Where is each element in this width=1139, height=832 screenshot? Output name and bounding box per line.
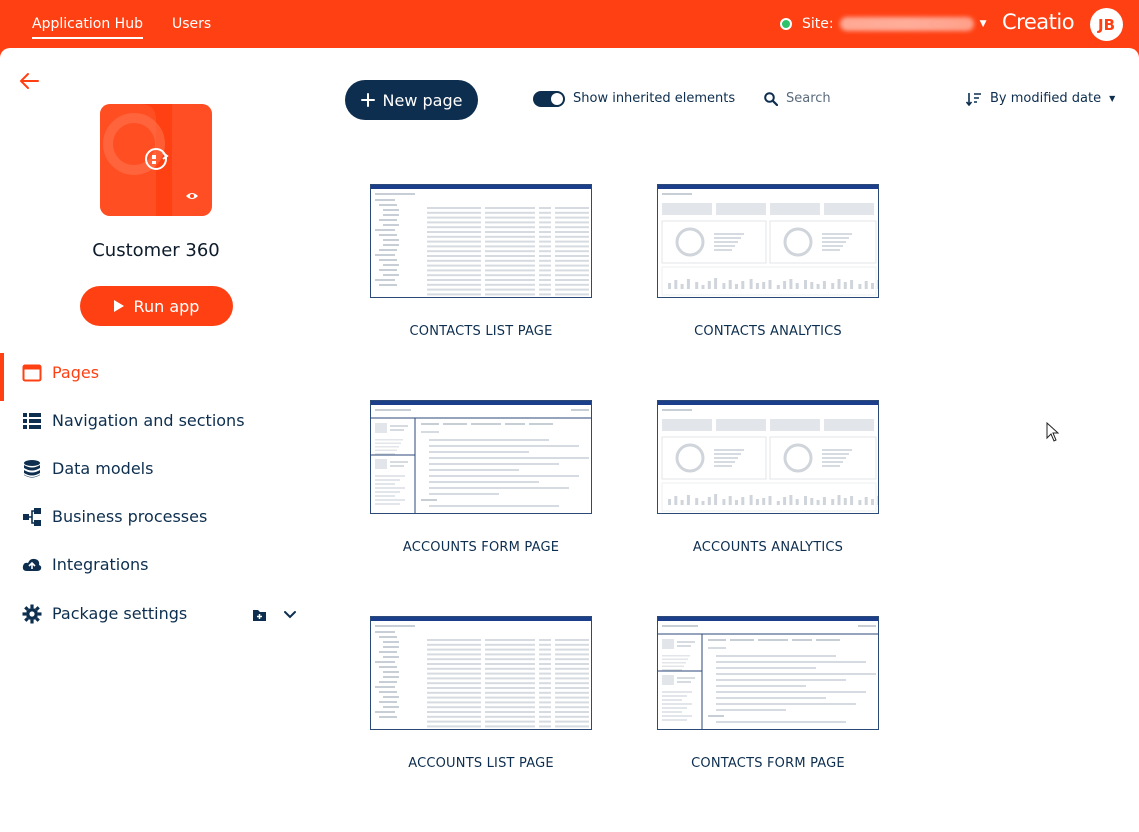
status-dot-icon — [780, 18, 792, 30]
new-page-label: New page — [382, 90, 463, 110]
mouse-cursor-icon — [1046, 422, 1060, 442]
page-thumbnail[interactable] — [370, 616, 592, 730]
app-icon — [100, 104, 212, 216]
tab-application-hub[interactable]: Application Hub — [32, 16, 143, 39]
page-card-label: ACCOUNTS ANALYTICS — [692, 540, 844, 555]
plus-icon — [360, 93, 375, 107]
run-app-button[interactable]: Run app — [80, 286, 233, 326]
main-panel: Customer 360 Run app Pages Navigation an… — [0, 48, 1139, 832]
sort-selector[interactable]: By modified date ▼ — [966, 91, 1115, 106]
user-avatar[interactable]: JB — [1090, 8, 1123, 41]
page-card[interactable]: CONTACTS ANALYTICS — [657, 184, 881, 339]
nav-item-label: Package settings — [52, 604, 188, 623]
nav-item-data-models[interactable]: Data models — [0, 449, 300, 489]
nav-item-integrations[interactable]: Integrations — [0, 545, 300, 585]
page-thumbnail[interactable] — [657, 616, 879, 730]
site-label: Site: — [802, 16, 834, 32]
page-card-label: ACCOUNTS FORM PAGE — [402, 540, 560, 555]
app-name: Customer 360 — [92, 240, 220, 261]
page-card-label: CONTACTS LIST PAGE — [409, 324, 553, 339]
nav-item-pages[interactable]: Pages — [0, 353, 300, 401]
caret-down-icon: ▼ — [979, 19, 987, 29]
top-bar: Application Hub Users Site: ▼ Creatio JB — [0, 0, 1139, 48]
add-folder-icon[interactable] — [253, 610, 266, 621]
creatio-logo: Creatio — [1002, 10, 1075, 34]
play-icon — [113, 300, 124, 312]
new-page-button[interactable]: New page — [345, 80, 478, 120]
search-field[interactable]: Search — [764, 91, 831, 106]
inherited-toggle-label: Show inherited elements — [573, 91, 736, 106]
database-icon — [24, 460, 40, 478]
page-card[interactable]: CONTACTS LIST PAGE — [370, 184, 594, 339]
run-app-label: Run app — [133, 296, 200, 316]
browser-window-icon — [22, 364, 42, 382]
list-icon — [23, 413, 41, 429]
sort-label: By modified date — [990, 91, 1102, 106]
site-selector[interactable]: Site: ▼ — [780, 15, 987, 33]
nav-item-label: Data models — [52, 459, 154, 478]
sort-icon — [966, 92, 981, 106]
page-card[interactable]: ACCOUNTS FORM PAGE — [370, 400, 594, 555]
cloud-icon — [22, 558, 42, 571]
nav-item-business-processes[interactable]: Business processes — [0, 497, 300, 537]
inherited-toggle[interactable] — [533, 91, 565, 107]
nav-item-navigation[interactable]: Navigation and sections — [0, 401, 300, 441]
page-card-label: ACCOUNTS LIST PAGE — [408, 756, 554, 771]
site-name-redacted — [839, 17, 974, 31]
nav-item-label: Business processes — [52, 507, 208, 526]
page-card[interactable]: CONTACTS FORM PAGE — [657, 616, 881, 771]
page-card-label: CONTACTS FORM PAGE — [691, 756, 845, 771]
page-thumbnail[interactable] — [657, 400, 879, 514]
page-thumbnail[interactable] — [657, 184, 879, 298]
nav-item-label: Integrations — [52, 555, 149, 574]
nav-item-label: Pages — [52, 363, 100, 382]
chevron-down-icon[interactable] — [284, 611, 296, 619]
page-thumbnail[interactable] — [370, 184, 592, 298]
nav-item-label: Navigation and sections — [52, 411, 245, 430]
gear-icon — [22, 604, 42, 624]
page-card-label: CONTACTS ANALYTICS — [694, 324, 842, 339]
search-icon — [764, 91, 778, 106]
page-card[interactable]: ACCOUNTS ANALYTICS — [657, 400, 881, 555]
package-actions — [253, 610, 296, 621]
search-placeholder: Search — [786, 91, 831, 106]
page-card[interactable]: ACCOUNTS LIST PAGE — [370, 616, 594, 771]
back-arrow-icon[interactable] — [18, 70, 40, 92]
caret-down-icon: ▼ — [1109, 94, 1116, 103]
process-icon — [23, 508, 41, 526]
tab-users[interactable]: Users — [172, 16, 211, 32]
page-thumbnail[interactable] — [370, 400, 592, 514]
